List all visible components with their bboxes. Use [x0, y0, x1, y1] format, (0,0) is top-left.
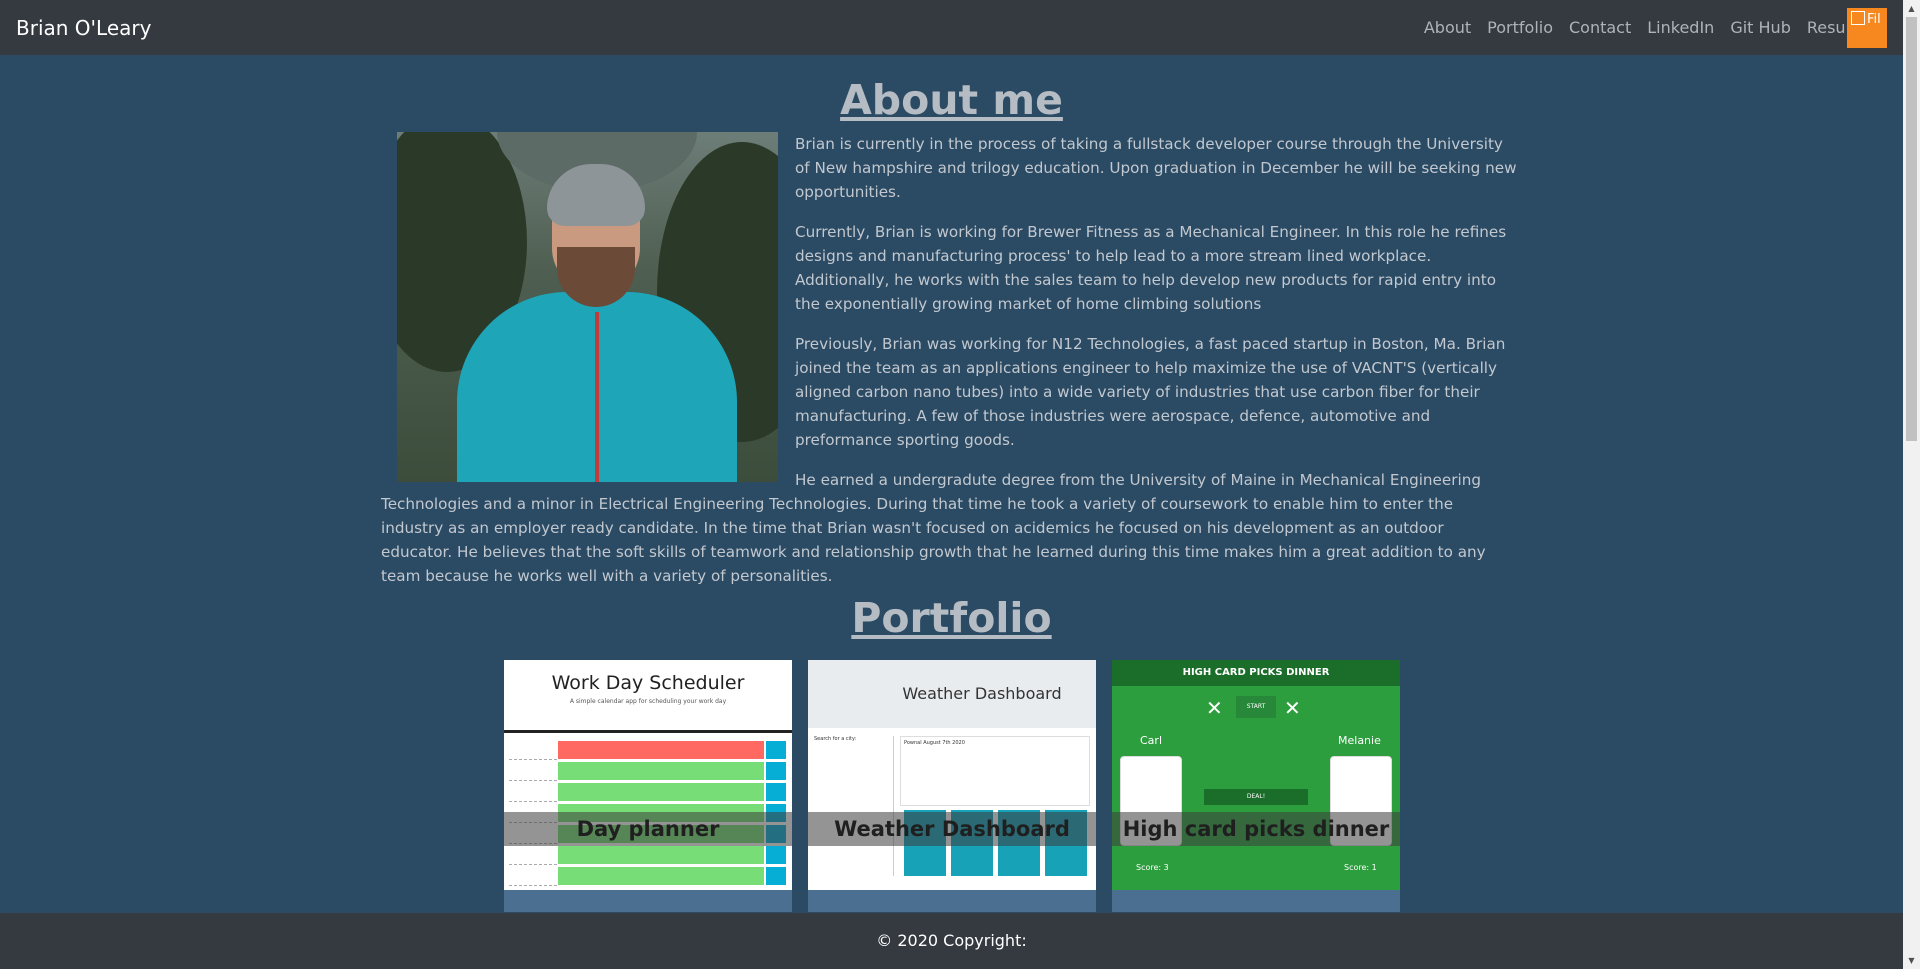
brand-link[interactable]: Brian O'Leary — [16, 16, 151, 40]
portfolio-card-weather-dashboard[interactable]: Weather Dashboard Search for a city: Pow… — [808, 660, 1096, 912]
weather-dashboard-thumbnail: Weather Dashboard Search for a city: Pow… — [808, 660, 1096, 890]
portfolio-card-day-planner[interactable]: Work Day Scheduler A simple calendar app… — [504, 660, 792, 912]
navbar: Brian O'Leary About Portfolio Contact Li… — [0, 0, 1903, 55]
nav-link-portfolio[interactable]: Portfolio — [1487, 18, 1553, 37]
card-caption: High card picks dinner — [1112, 812, 1400, 846]
nav-link-about[interactable]: About — [1424, 18, 1471, 37]
thumb-subtitle: A simple calendar app for scheduling you… — [569, 698, 727, 705]
profile-photo — [397, 132, 778, 482]
page-scrollbar[interactable]: ▲ ▼ — [1903, 0, 1920, 969]
about-title: About me — [840, 76, 1063, 124]
utensils-icon: ✕ — [1206, 696, 1223, 720]
card-caption: Weather Dashboard — [808, 812, 1096, 846]
scroll-down-arrow-icon[interactable]: ▼ — [1903, 952, 1920, 969]
about-section: Brian is currently in the process of tak… — [381, 132, 1517, 604]
thumb-deal: DEAL! — [1204, 789, 1308, 805]
thumb-title: Work Day Scheduler — [551, 672, 745, 694]
player-2-score: Score: 1 — [1344, 863, 1377, 872]
player-1-name: Carl — [1140, 734, 1162, 747]
widget-label: Fil — [1867, 12, 1881, 27]
about-paragraph-4: He earned a undergradute degree from the… — [381, 471, 1486, 585]
footer: © 2020 Copyright: — [0, 913, 1903, 969]
high-card-thumbnail: HIGH CARD PICKS DINNER ✕ START ✕ Carl Me… — [1112, 660, 1400, 890]
thumb-title: HIGH CARD PICKS DINNER — [1112, 660, 1400, 686]
nav-link-contact[interactable]: Contact — [1569, 18, 1631, 37]
nav-link-linkedin[interactable]: LinkedIn — [1647, 18, 1714, 37]
portfolio-card-high-card[interactable]: HIGH CARD PICKS DINNER ✕ START ✕ Carl Me… — [1112, 660, 1400, 912]
thumb-start: START — [1236, 696, 1276, 718]
scrollbar-thumb[interactable] — [1906, 17, 1917, 441]
player-2-name: Melanie — [1338, 734, 1381, 747]
card-caption: Day planner — [504, 812, 792, 846]
thumb-title: Weather Dashboard — [902, 684, 1062, 703]
player-1-score: Score: 3 — [1136, 863, 1169, 872]
thumb-city-header: Pownal August 7th 2020 — [900, 736, 1090, 806]
external-link-icon — [1851, 11, 1865, 25]
floating-widget-button[interactable]: Fil — [1847, 8, 1887, 48]
copyright-text: © 2020 Copyright: — [876, 931, 1027, 950]
scroll-up-arrow-icon[interactable]: ▲ — [1903, 0, 1920, 17]
nav-links: About Portfolio Contact LinkedIn Git Hub… — [1408, 18, 1871, 37]
thumb-search-label: Search for a city: — [814, 736, 894, 876]
day-planner-thumbnail: Work Day Scheduler A simple calendar app… — [504, 660, 792, 890]
nav-link-github[interactable]: Git Hub — [1730, 18, 1791, 37]
utensils-icon: ✕ — [1284, 696, 1301, 720]
portfolio-title: Portfolio — [851, 594, 1052, 642]
